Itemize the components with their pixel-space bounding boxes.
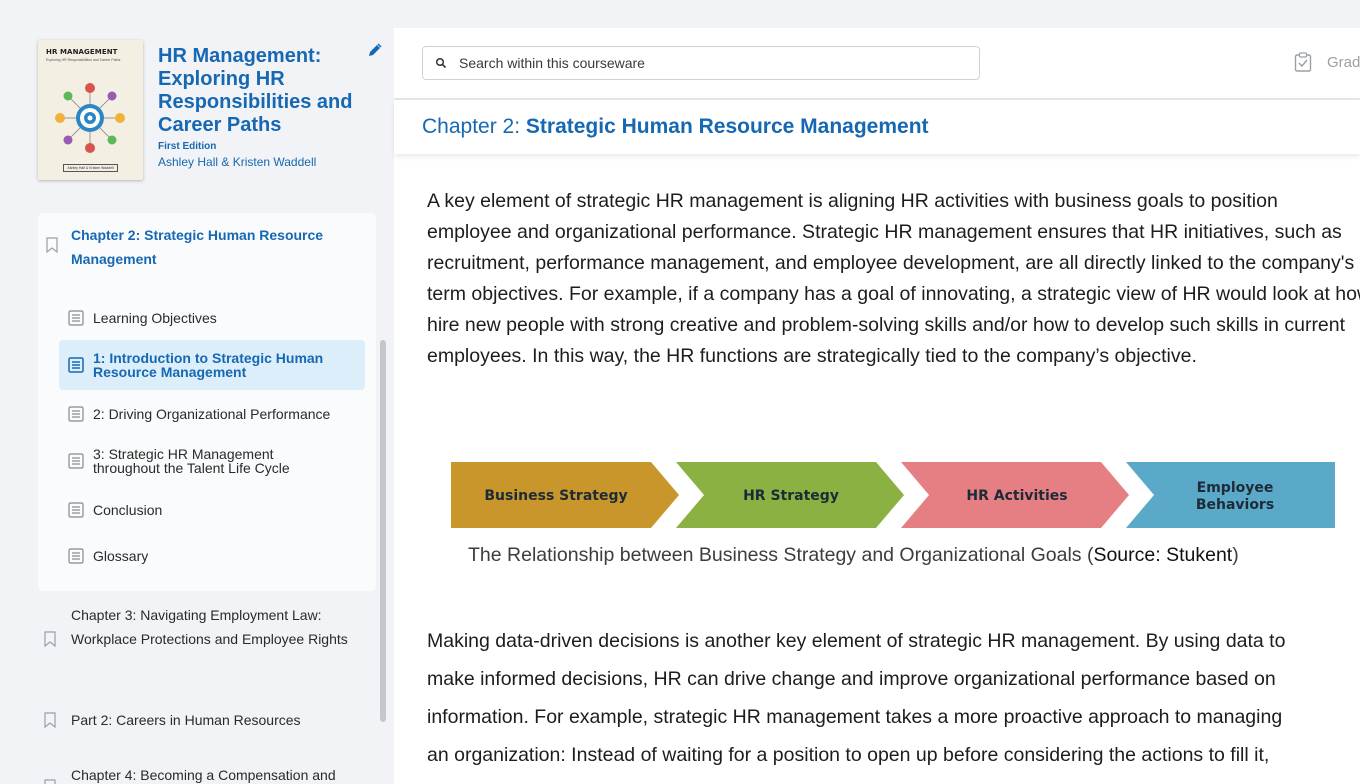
sidebar-item-part-2[interactable]: Part 2: Careers in Human Resources [44, 708, 364, 732]
section-conclusion[interactable]: Conclusion [59, 498, 365, 522]
caption-source: Source: Stukent [1093, 544, 1233, 566]
book-info: HR Management: Exploring HR Responsibili… [158, 45, 368, 169]
paragraph-line: hire new people with strong creative and… [427, 314, 1346, 336]
bookmark-icon[interactable] [46, 237, 58, 253]
sidebar-item-label: Chapter 4: Becoming a Compensation and [71, 767, 336, 783]
bookmark-icon[interactable] [44, 631, 56, 647]
sidebar-item-label: Part 2: Careers in Human Resources [71, 712, 301, 728]
paragraph-line: A key element of strategic HR management… [427, 190, 1278, 212]
paragraph-line: make informed decisions, HR can drive ch… [427, 668, 1276, 690]
sidebar-item-label: Chapter 3: Navigating Employment Law: Wo… [71, 607, 348, 647]
chapter-header: Chapter 2: Strategic Human Resource Mana… [394, 100, 1360, 154]
diagram-label: HR Activities [966, 488, 1067, 504]
book-cover-image[interactable]: HR MANAGEMENT Exploring HR Responsibilit… [38, 40, 143, 180]
section-label: 3: Strategic HR Management throughout th… [93, 446, 290, 476]
caption-text: The Relationship between Business Strate… [468, 544, 1094, 566]
paragraph-line: term objectives. For example, if a compa… [427, 283, 1360, 305]
grades-button[interactable]: Grades [1294, 52, 1360, 72]
paragraph-line: recruitment, performance management, and… [427, 252, 1360, 274]
document-icon [68, 357, 84, 373]
document-icon [68, 310, 84, 326]
diagram-caption: The Relationship between Business Strate… [468, 544, 1239, 567]
search-icon [435, 57, 447, 69]
section-label: 1: Introduction to Strategic Human Resou… [93, 350, 324, 380]
section-learning-objectives[interactable]: Learning Objectives [59, 306, 365, 330]
chapter-prefix: Chapter 2: [422, 115, 526, 138]
book-header: HR MANAGEMENT Exploring HR Responsibilit… [38, 40, 382, 180]
book-edition: First Edition [158, 141, 217, 152]
clipboard-check-icon [1294, 52, 1312, 72]
annotate-pen-icon[interactable] [368, 43, 382, 57]
section-label: 2: Driving Organizational Performance [93, 406, 331, 422]
caption-end: ) [1232, 544, 1239, 566]
paragraph-line: an organization: Instead of waiting for … [427, 744, 1270, 766]
paragraph-line: Making data-driven decisions is another … [427, 630, 1286, 652]
chapter-breadcrumb: Chapter 2: Strategic Human Resource Mana… [422, 115, 929, 139]
cover-illustration [55, 83, 125, 153]
section-label: Learning Objectives [93, 310, 217, 326]
book-authors: Ashley Hall & Kristen Waddell [158, 155, 317, 169]
strategy-flow-diagram: Business Strategy HR Strategy HR Activit… [451, 462, 1335, 528]
bookmark-icon[interactable] [44, 712, 56, 728]
top-toolbar: Grades [394, 28, 1360, 98]
sidebar-item-chapter-3[interactable]: Chapter 3: Navigating Employment Law: Wo… [44, 603, 364, 677]
search-input[interactable] [459, 55, 959, 71]
section-talent-life-cycle[interactable]: 3: Strategic HR Management throughout th… [59, 443, 365, 479]
diagram-label: HR Strategy [743, 488, 839, 504]
grades-label: Grades [1327, 53, 1360, 71]
reader-main: Grades Chapter 2: Strategic Human Resour… [394, 28, 1360, 784]
diagram-label: Business Strategy [484, 488, 627, 504]
current-chapter-card: Chapter 2: Strategic Human Resource Mana… [38, 213, 376, 591]
paragraph-line: employee and organizational performance.… [427, 221, 1342, 243]
cover-author: Ashley Hall & Kristen Waddell [63, 164, 118, 172]
bookmark-icon[interactable] [44, 779, 56, 784]
document-icon [68, 453, 84, 469]
current-chapter-title[interactable]: Chapter 2: Strategic Human Resource Mana… [71, 223, 361, 271]
chapter-title: Strategic Human Resource Management [525, 115, 929, 138]
search-box[interactable] [422, 46, 980, 80]
section-driving-performance[interactable]: 2: Driving Organizational Performance [59, 402, 365, 426]
book-title[interactable]: HR Management: Exploring HR Responsibili… [158, 45, 368, 137]
section-label: Conclusion [93, 502, 163, 518]
paragraph-line: information. For example, strategic HR m… [427, 706, 1283, 728]
section-label: Glossary [93, 548, 149, 564]
sidebar-item-chapter-4[interactable]: Chapter 4: Becoming a Compensation and [44, 763, 364, 784]
course-sidebar: HR MANAGEMENT Exploring HR Responsibilit… [0, 0, 394, 784]
sidebar-scrollbar[interactable] [380, 340, 386, 722]
document-icon [68, 406, 84, 422]
paragraph-line: employees. In this way, the HR functions… [427, 345, 1197, 367]
section-introduction[interactable]: 1: Introduction to Strategic Human Resou… [59, 340, 365, 390]
document-icon [68, 548, 84, 564]
document-icon [68, 502, 84, 518]
diagram-label-employee: Employee Behaviors [1196, 480, 1274, 513]
section-glossary[interactable]: Glossary [59, 544, 365, 568]
